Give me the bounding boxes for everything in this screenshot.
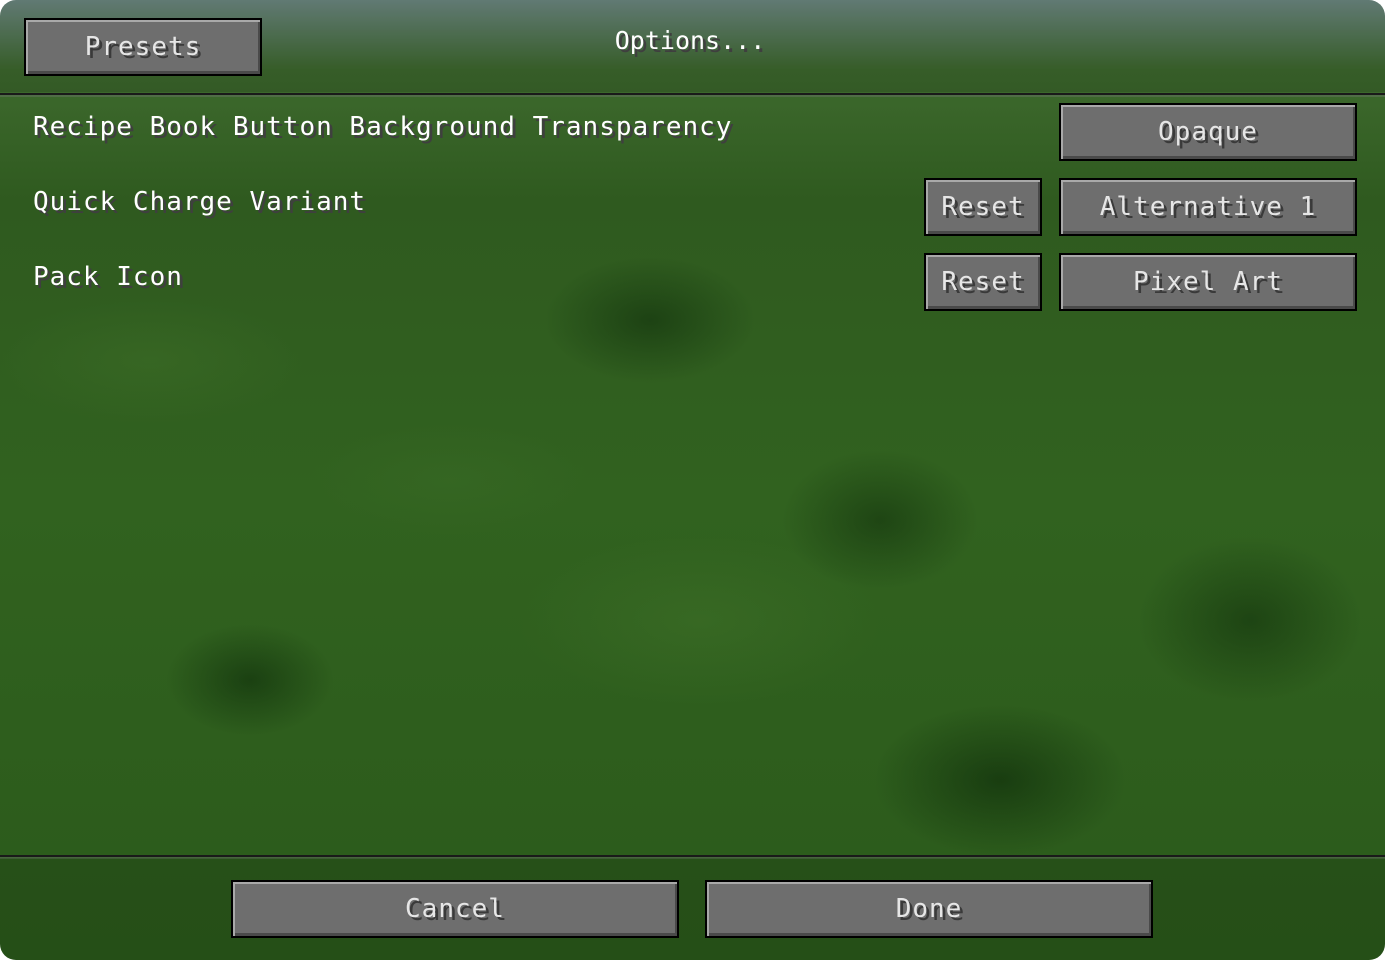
footer-bar bbox=[0, 858, 1385, 960]
footer-divider bbox=[0, 855, 1385, 857]
option-value-pack-icon-button[interactable]: Pixel Art bbox=[1059, 253, 1357, 311]
reset-pack-icon-button[interactable]: Reset bbox=[924, 253, 1042, 311]
cancel-button[interactable]: Cancel bbox=[231, 880, 679, 938]
done-button[interactable]: Done bbox=[705, 880, 1153, 938]
option-value-quick-charge-variant-button[interactable]: Alternative 1 bbox=[1059, 178, 1357, 236]
option-value-recipe-book-transparency-button[interactable]: Opaque bbox=[1059, 103, 1357, 161]
option-label-quick-charge-variant: Quick Charge Variant bbox=[33, 187, 367, 217]
header-divider bbox=[0, 93, 1385, 95]
page-title: Options... bbox=[614, 26, 766, 55]
presets-button[interactable]: Presets bbox=[24, 18, 262, 76]
options-screen: Presets Options... Recipe Book Button Ba… bbox=[0, 0, 1385, 960]
option-label-recipe-book-transparency: Recipe Book Button Background Transparen… bbox=[33, 112, 733, 142]
option-label-pack-icon: Pack Icon bbox=[33, 262, 183, 292]
reset-quick-charge-variant-button[interactable]: Reset bbox=[924, 178, 1042, 236]
